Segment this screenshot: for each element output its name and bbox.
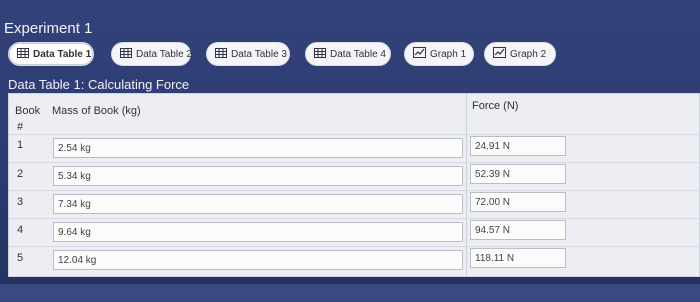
tab-data-table-1[interactable]: Data Table 1 — [8, 42, 94, 66]
footer-bar — [0, 284, 700, 302]
tab-label: Data Table 1 — [33, 48, 92, 60]
force-input[interactable]: 52.39 N — [470, 164, 566, 184]
force-input[interactable]: 72.00 N — [470, 192, 566, 212]
tab-label: Graph 2 — [510, 48, 547, 60]
tab-data-table-3[interactable]: Data Table 3 — [206, 42, 290, 66]
graph-icon — [493, 47, 506, 61]
mass-input[interactable]: 7.34 kg — [53, 194, 463, 214]
tab-label: Data Table 2 — [136, 48, 192, 60]
row-divider — [9, 190, 699, 191]
graph-icon — [413, 47, 426, 61]
tab-graph-2[interactable]: Graph 2 — [484, 42, 556, 66]
row-divider — [9, 134, 699, 135]
tab-label: Data Table 3 — [231, 48, 287, 60]
row-number: 5 — [17, 252, 24, 264]
row-divider — [9, 246, 699, 247]
row-divider — [9, 162, 699, 163]
data-table: Book # Mass of Book (kg) Force (N) 1 2.5… — [8, 93, 700, 277]
tab-label: Data Table 4 — [330, 48, 386, 60]
row-divider — [9, 218, 699, 219]
table-title: Data Table 1: Calculating Force — [8, 77, 190, 92]
experiment-title: Experiment 1 — [4, 20, 93, 37]
row-number: 2 — [17, 168, 24, 180]
column-divider — [466, 94, 467, 276]
tab-data-table-2[interactable]: Data Table 2 — [111, 42, 192, 66]
table-icon — [314, 47, 326, 61]
force-input[interactable]: 118.11 N — [470, 248, 566, 268]
table-icon — [120, 47, 132, 61]
header-book: Book — [15, 105, 41, 117]
table-icon — [215, 47, 227, 61]
row-number: 3 — [17, 196, 24, 208]
row-number: 4 — [17, 224, 24, 236]
header-mass: Mass of Book (kg) — [52, 105, 141, 117]
header-force: Force (N) — [472, 100, 519, 112]
tab-label: Graph 1 — [430, 48, 467, 60]
force-input[interactable]: 94.57 N — [470, 220, 566, 240]
mass-input[interactable]: 9.64 kg — [53, 222, 463, 242]
tab-bar: Data Table 1 Data Table 2 Data Table 3 D… — [8, 42, 698, 68]
table-icon — [17, 47, 29, 61]
experiment-screen: Experiment 1 Data Table 1 Data Table 2 D… — [0, 0, 700, 302]
mass-input[interactable]: 5.34 kg — [53, 166, 463, 186]
mass-input[interactable]: 12.04 kg — [53, 250, 463, 270]
tab-data-table-4[interactable]: Data Table 4 — [305, 42, 391, 66]
row-number: 1 — [17, 139, 24, 151]
tab-graph-1[interactable]: Graph 1 — [404, 42, 474, 66]
force-input[interactable]: 24.91 N — [470, 136, 566, 156]
mass-input[interactable]: 2.54 kg — [53, 138, 463, 158]
header-book-number: # — [17, 121, 24, 133]
